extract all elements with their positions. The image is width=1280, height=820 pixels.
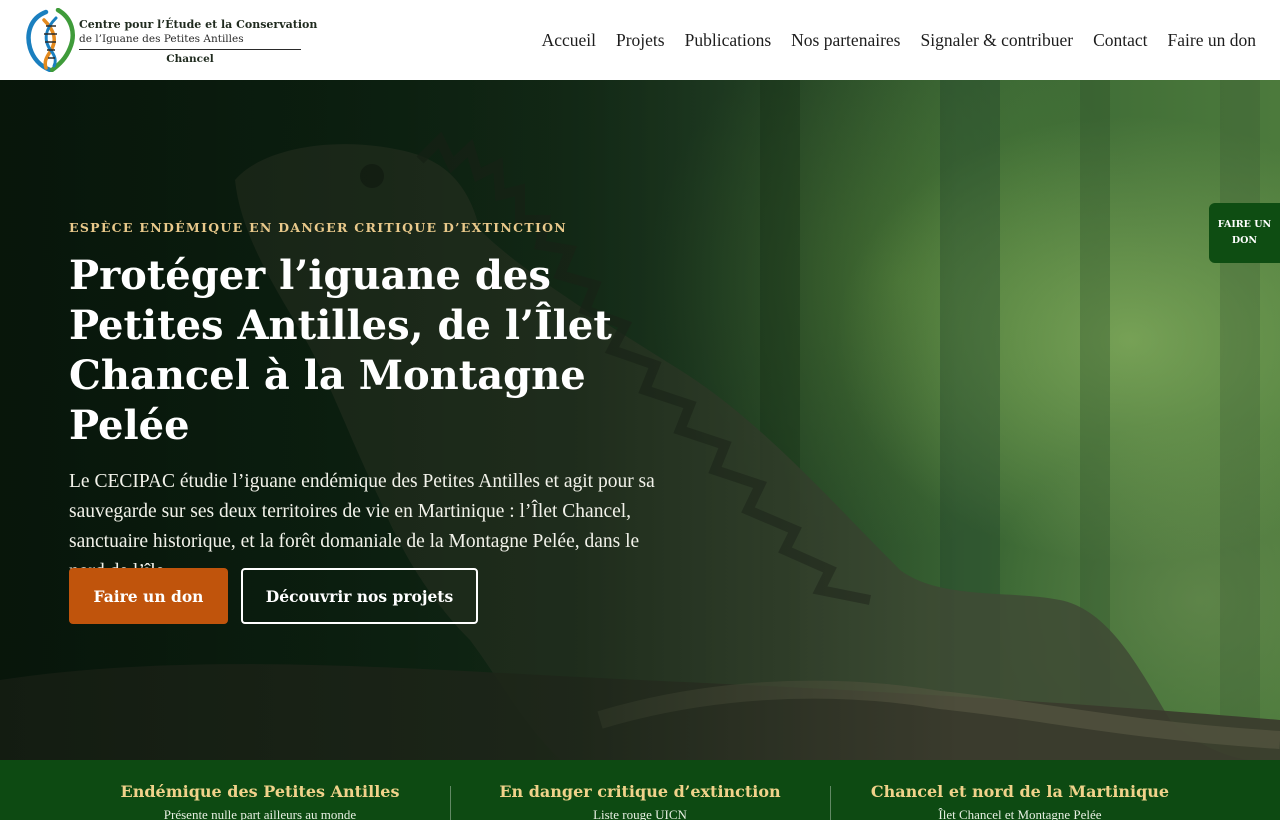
fact-subtitle: Îlet Chancel et Montagne Pelée xyxy=(938,807,1102,820)
fact-title: Chancel et nord de la Martinique xyxy=(870,782,1170,801)
hero-section: ESPÈCE ENDÉMIQUE EN DANGER CRITIQUE D’EX… xyxy=(0,80,1280,760)
fact-title: En danger critique d’extinction xyxy=(499,782,781,801)
site-header: Centre pour l’Étude et la Conservation d… xyxy=(0,0,1280,80)
fact-title: Endémique des Petites Antilles xyxy=(120,782,400,801)
logo-title-line2: de l’Iguane des Petites Antilles xyxy=(79,33,244,45)
logo-divider xyxy=(79,49,301,50)
fact-location: Chancel et nord de la Martinique Îlet Ch… xyxy=(830,760,1210,820)
discover-projects-button[interactable]: Découvrir nos projets xyxy=(241,568,478,624)
hero-eyebrow: ESPÈCE ENDÉMIQUE EN DANGER CRITIQUE D’EX… xyxy=(69,220,568,235)
donate-button[interactable]: Faire un don xyxy=(69,568,228,624)
dna-helix-logo-icon xyxy=(26,8,75,72)
fact-subtitle: Liste rouge UICN xyxy=(593,807,687,820)
nav-publications[interactable]: Publications xyxy=(685,30,772,51)
floating-donate-button[interactable]: FAIRE UN DON xyxy=(1209,203,1280,263)
nav-projets[interactable]: Projets xyxy=(616,30,665,51)
floating-donate-label: FAIRE UN DON xyxy=(1217,219,1272,246)
main-nav: Accueil Projets Publications Nos partena… xyxy=(522,28,1256,52)
nav-partenaires[interactable]: Nos partenaires xyxy=(791,30,900,51)
nav-contact[interactable]: Contact xyxy=(1093,30,1147,51)
nav-faire-un-don[interactable]: Faire un don xyxy=(1168,30,1256,51)
nav-accueil[interactable]: Accueil xyxy=(542,30,596,51)
nav-signaler[interactable]: Signaler & contribuer xyxy=(920,30,1073,51)
hero-title: Protéger l’iguane des Petites Antilles, … xyxy=(69,252,612,449)
fact-endemic: Endémique des Petites Antilles Présente … xyxy=(70,760,450,820)
site-logo[interactable]: Centre pour l’Étude et la Conservation d… xyxy=(24,8,318,72)
logo-text: Centre pour l’Étude et la Conservation d… xyxy=(79,18,318,65)
key-facts-bar: Endémique des Petites Antilles Présente … xyxy=(0,760,1280,820)
hero-content: ESPÈCE ENDÉMIQUE EN DANGER CRITIQUE D’EX… xyxy=(69,220,709,624)
fact-endangered: En danger critique d’extinction Liste ro… xyxy=(450,760,830,820)
fact-subtitle: Présente nulle part ailleurs au monde xyxy=(163,807,357,820)
logo-title-line1: Centre pour l’Étude et la Conservation xyxy=(79,18,318,31)
logo-subtitle: Chancel xyxy=(166,53,214,65)
hero-buttons: Faire un don Découvrir nos projets xyxy=(69,568,478,624)
